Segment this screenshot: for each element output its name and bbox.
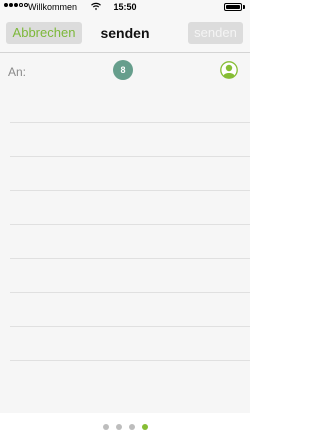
cancel-button[interactable]: Abbrechen [6,22,82,44]
send-button[interactable]: senden [188,22,243,44]
page-indicator[interactable] [0,424,250,432]
person-icon[interactable] [220,61,238,79]
page-title: senden [100,25,150,41]
ruled-line [10,122,250,123]
page-dot[interactable] [128,424,135,430]
ruled-line [10,224,250,225]
status-time: 15:50 [113,2,137,12]
page-dot[interactable] [102,424,109,430]
page-dot-active[interactable] [141,424,148,430]
recipient-count-badge[interactable]: 8 [113,60,133,80]
compose-area[interactable]: An: 8 [0,53,250,413]
battery-icon [224,3,242,11]
ruled-line [10,190,250,191]
status-bar: Willkommen 15:50 [0,0,250,14]
navigation-bar: Abbrechen senden senden [0,14,250,53]
battery-level [226,5,240,9]
ruled-line [10,326,250,327]
ruled-line [10,360,250,361]
battery-tip [243,5,245,9]
page-dot[interactable] [115,424,122,430]
ruled-line [10,292,250,293]
ruled-line [10,258,250,259]
recipient-label: An: [8,65,27,79]
ruled-line [10,156,250,157]
